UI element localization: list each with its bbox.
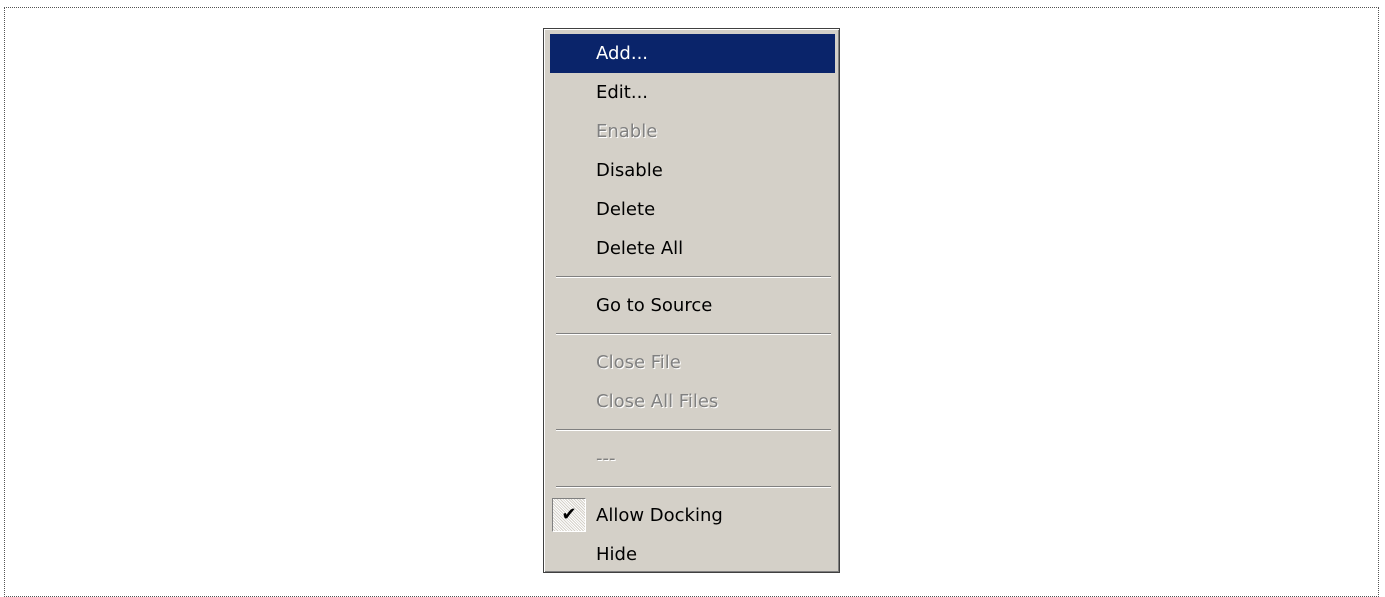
- menu-item-close-all-files: Close All Files: [550, 382, 835, 421]
- menu-item-label: Close All Files: [596, 391, 719, 412]
- menu-separator: [550, 478, 835, 496]
- menu-item-hide[interactable]: Hide: [550, 535, 835, 574]
- menu-item-delete-all[interactable]: Delete All: [550, 229, 835, 268]
- checkmark-icon: ✔: [552, 498, 586, 532]
- menu-item-label: Close File: [596, 352, 681, 373]
- menu-item-label: Allow Docking: [596, 505, 723, 526]
- menu-separator: [550, 268, 835, 286]
- menu-item-label: Go to Source: [596, 295, 713, 316]
- menu-item-label: Delete All: [596, 238, 684, 259]
- menu-separator: [550, 421, 835, 439]
- menu-item-close-file: Close File: [550, 343, 835, 382]
- menu-item-label: Hide: [596, 544, 638, 565]
- menu-item-placeholder: ---: [550, 439, 835, 478]
- menu-item-edit[interactable]: Edit...: [550, 73, 835, 112]
- menu-item-disable[interactable]: Disable: [550, 151, 835, 190]
- menu-item-label: Disable: [596, 160, 663, 181]
- menu-item-add[interactable]: Add...: [550, 34, 835, 73]
- menu-item-label: ---: [596, 448, 616, 469]
- menu-item-enable: Enable: [550, 112, 835, 151]
- menu-item-go-to-source[interactable]: Go to Source: [550, 286, 835, 325]
- menu-item-label: Enable: [596, 121, 658, 142]
- menu-item-delete[interactable]: Delete: [550, 190, 835, 229]
- menu-separator: [550, 325, 835, 343]
- menu-item-label: Delete: [596, 199, 656, 220]
- menu-item-allow-docking[interactable]: ✔ Allow Docking: [550, 496, 835, 535]
- menu-item-label: Add...: [596, 43, 649, 64]
- context-menu: Add... Edit... Enable Disable Delete Del…: [543, 28, 840, 573]
- menu-item-label: Edit...: [596, 82, 649, 103]
